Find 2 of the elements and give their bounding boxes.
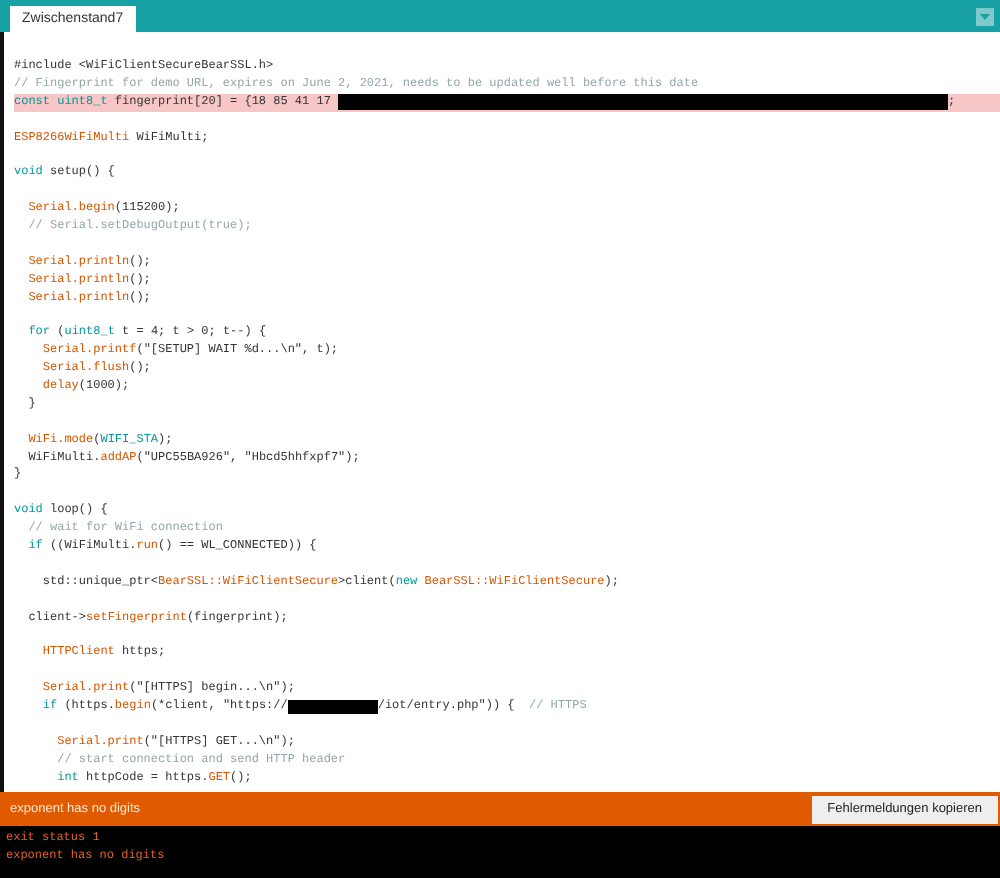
redaction-bar xyxy=(287,700,378,714)
caret-icon xyxy=(980,13,990,19)
